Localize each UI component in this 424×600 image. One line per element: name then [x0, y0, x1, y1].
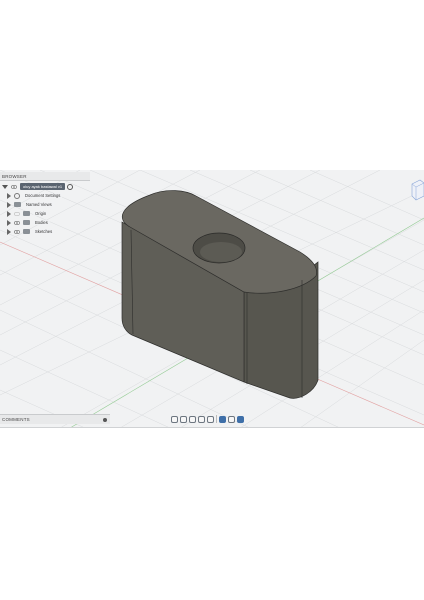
canvas-viewport[interactable]: BROWSER oluy ayak bastawal v1 Document S… [0, 170, 424, 428]
through-hole-inner [200, 242, 242, 262]
expand-icon[interactable] [7, 228, 11, 235]
expand-icon[interactable] [7, 219, 11, 226]
collapse-icon[interactable] [2, 184, 8, 189]
expand-icon[interactable] [7, 201, 11, 208]
viewport-bottom-border [0, 427, 424, 428]
browser-item-label: Document Settings [23, 193, 63, 198]
comments-panel[interactable]: COMMENTS [0, 414, 110, 424]
toolbar-divider [216, 415, 217, 423]
browser-root-node[interactable]: oluy ayak bastawal v1 [0, 182, 90, 191]
radio-active-icon[interactable] [67, 183, 74, 190]
visibility-eye-icon[interactable] [14, 220, 20, 225]
folder-icon [23, 211, 30, 216]
browser-header: BROWSER [0, 172, 90, 181]
add-comment-icon[interactable] [103, 417, 107, 422]
fit-icon[interactable] [207, 415, 214, 423]
expand-icon[interactable] [7, 210, 11, 217]
view-cube[interactable] [406, 178, 424, 206]
visibility-eye-icon[interactable] [14, 211, 20, 216]
browser-title: BROWSER [2, 173, 27, 179]
visibility-eye-icon[interactable] [11, 184, 17, 189]
visibility-eye-icon[interactable] [14, 229, 20, 234]
display-settings-icon[interactable] [219, 415, 226, 423]
browser-item-named-views[interactable]: Named Views [0, 200, 54, 209]
browser-item-sketches[interactable]: Sketches [0, 227, 55, 236]
browser-item-label: Origin [33, 211, 49, 216]
navigation-toolbar [171, 414, 244, 424]
extruded-block[interactable] [121, 190, 319, 399]
browser-panel: BROWSER oluy ayak bastawal v1 Document S… [0, 172, 90, 242]
browser-item-origin[interactable]: Origin [0, 209, 49, 218]
pan-icon[interactable] [180, 415, 187, 423]
gear-icon [14, 192, 20, 199]
viewports-icon[interactable] [237, 415, 244, 423]
folder-icon [23, 229, 30, 234]
zoom-icon[interactable] [198, 415, 205, 423]
browser-item-bodies[interactable]: Bodies [0, 218, 50, 227]
browser-item-label: Bodies [33, 220, 50, 225]
folder-icon [23, 220, 30, 225]
orbit-icon[interactable] [171, 415, 178, 423]
look-at-icon[interactable] [189, 415, 196, 423]
comments-title: COMMENTS [2, 417, 30, 422]
browser-item-document-settings[interactable]: Document Settings [0, 191, 63, 200]
expand-icon[interactable] [7, 192, 11, 199]
grid-icon[interactable] [228, 415, 235, 423]
document-root-label: oluy ayak bastawal v1 [20, 183, 66, 190]
browser-item-label: Sketches [33, 229, 55, 234]
folder-icon [14, 202, 21, 207]
browser-item-label: Named Views [24, 202, 54, 207]
